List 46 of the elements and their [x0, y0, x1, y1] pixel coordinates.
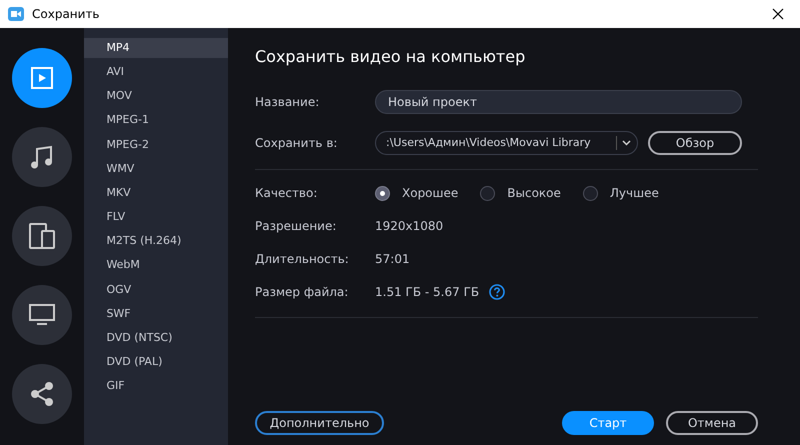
browse-button[interactable]: Обзор [648, 131, 742, 155]
monitor-icon [29, 303, 56, 327]
format-item[interactable]: WebM [84, 256, 228, 276]
advanced-button[interactable]: Дополнительно [255, 411, 384, 435]
radio-label: Высокое [507, 185, 561, 202]
format-item[interactable]: AVI [84, 62, 228, 82]
close-icon[interactable] [772, 8, 784, 20]
format-item[interactable]: WMV [84, 158, 228, 179]
info-label: Длительность: [255, 251, 350, 268]
caret-icon [622, 140, 631, 146]
format-item[interactable]: MOV [84, 86, 228, 106]
camera-icon [8, 7, 24, 21]
field-label: Сохранить в: [255, 135, 338, 152]
radio-button[interactable] [480, 186, 496, 200]
share-icon [29, 381, 56, 407]
format-item[interactable]: MPEG-1 [84, 110, 228, 131]
info-label: Размер файла: [255, 284, 350, 301]
format-item[interactable]: MP4 [84, 38, 228, 58]
format-item[interactable]: OGV [84, 280, 228, 300]
field-label: Качество: [255, 185, 318, 202]
play-icon [30, 66, 54, 90]
format-item[interactable]: DVD (PAL) [84, 352, 228, 372]
cancel-button[interactable]: Отмена [666, 411, 758, 435]
field-label: Название: [255, 94, 320, 111]
radio-label: Лучшее [610, 185, 659, 202]
folder-path: :\Users\Админ\Videos\Movavi Library [386, 134, 591, 151]
info-value: 1920x1080 [375, 218, 444, 235]
format-item[interactable]: MKV [84, 183, 228, 204]
format-item[interactable]: SWF [84, 304, 228, 324]
format-item[interactable]: MPEG-2 [84, 134, 228, 155]
format-item[interactable]: FLV [84, 207, 228, 228]
window-title: Сохранить [32, 6, 100, 23]
format-item[interactable]: DVD (NTSC) [84, 328, 228, 348]
name-field[interactable]: Новый проект [375, 90, 742, 114]
format-item[interactable]: GIF [84, 376, 228, 397]
info-value: 1.51 ГБ - 5.67 ГБ [375, 284, 480, 301]
radio-label: Хорошее [402, 185, 458, 202]
format-item[interactable]: M2TS (H.264) [84, 232, 228, 252]
tablet-phone-icon [29, 222, 56, 250]
radio-button[interactable] [582, 186, 598, 200]
info-label: Разрешение: [255, 218, 338, 235]
radio-button[interactable] [375, 186, 390, 200]
folder-dropdown[interactable]: :\Users\Админ\Videos\Movavi Library [375, 131, 638, 155]
help-icon[interactable] [489, 284, 506, 300]
page-heading: Сохранить видео на компьютер [255, 46, 526, 68]
info-value: 57:01 [375, 251, 410, 268]
